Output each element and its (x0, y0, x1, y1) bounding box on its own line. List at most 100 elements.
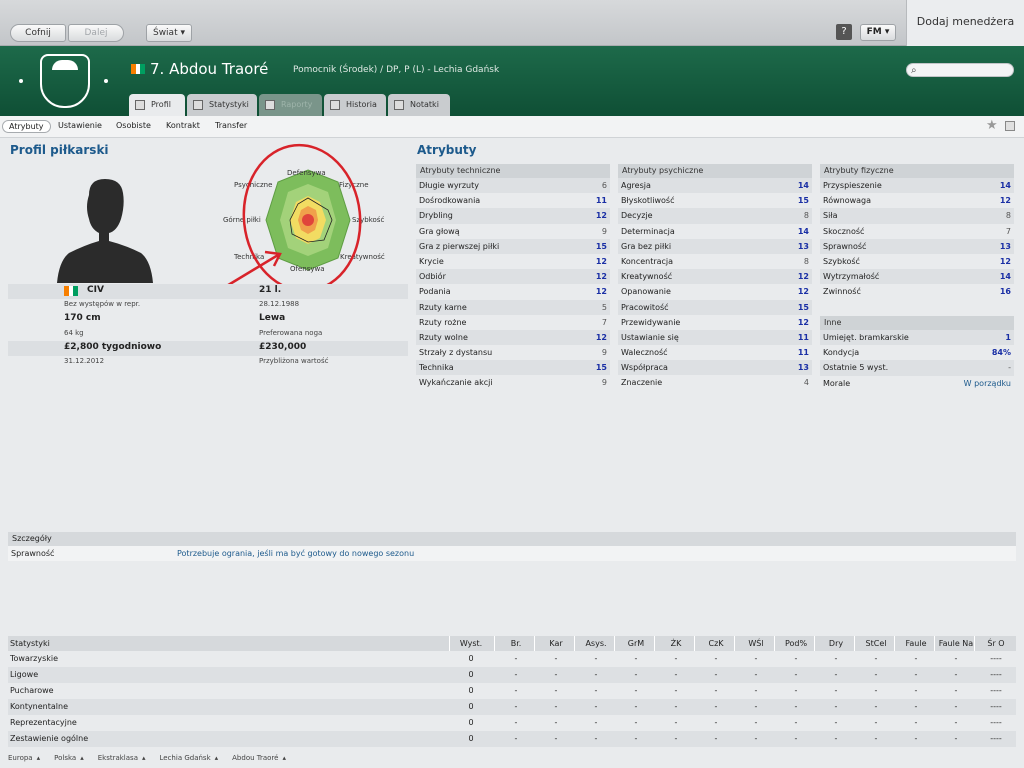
stats-cell: - (874, 718, 878, 727)
stats-cell: - (914, 686, 918, 695)
attribute-name: Gra głową (419, 226, 460, 236)
help-button[interactable]: ? (836, 24, 852, 40)
attribute-row: Współpraca 13 (618, 360, 812, 376)
breadcrumb-item[interactable]: Abdou Traoré ▴ (232, 754, 286, 762)
breadcrumb-item[interactable]: Europa ▴ (8, 754, 40, 762)
attribute-row: Błyskotliwość 15 (618, 193, 812, 208)
attribute-name: Odbiór (419, 272, 446, 282)
attribute-value: 6 (601, 181, 607, 190)
attribute-name: Opanowanie (621, 287, 671, 297)
subnav-attributes[interactable]: Atrybuty (2, 120, 51, 133)
breadcrumb-item[interactable]: Ekstraklasa ▴ (98, 754, 146, 762)
stats-column-header[interactable]: Śr O (976, 636, 1016, 651)
stats-row-label: Ligowe (10, 670, 39, 679)
age: 21 l. (259, 285, 282, 295)
stats-column-header[interactable]: Faule (896, 636, 936, 651)
attribute-value: 14 (797, 226, 809, 236)
stats-column-header[interactable]: WŚl (736, 636, 776, 651)
stats-column-header[interactable]: Pod% (776, 636, 816, 651)
subnav-bar: Atrybuty Ustawienie Osobiste Kontrakt Tr… (0, 116, 1024, 138)
attribute-name: Siła (823, 211, 838, 221)
stats-column-header[interactable]: ŻK (656, 636, 696, 651)
stats-column-header[interactable]: StCel (856, 636, 896, 651)
stats-cell: - (874, 702, 878, 711)
document-icon (265, 100, 275, 110)
stats-cell: - (514, 654, 518, 663)
stats-column-header[interactable]: CzK (696, 636, 736, 651)
attribute-name: Waleczność (621, 348, 668, 358)
stats-cell: - (954, 670, 958, 679)
attribute-name: Współpraca (621, 363, 668, 373)
tab-history[interactable]: Historia (324, 94, 386, 116)
options-icon[interactable] (1005, 121, 1015, 131)
fm-menu-button[interactable]: FM ▾ (860, 24, 896, 41)
stats-cell: - (834, 670, 838, 679)
weight: 64 kg (64, 329, 84, 337)
subnav-transfer[interactable]: Transfer (215, 121, 247, 130)
stats-column-header[interactable]: Br. (496, 636, 536, 651)
subnav-personal[interactable]: Osobiste (116, 121, 151, 130)
world-menu-button[interactable]: Świat ▾ (146, 24, 192, 42)
search-icon: ⌕ (911, 65, 917, 76)
attribute-name: Równowaga (823, 196, 872, 206)
stats-column-header[interactable]: Asys. (576, 636, 616, 651)
star-icon[interactable]: ★ (986, 118, 998, 133)
stats-cell: - (674, 654, 678, 663)
stats-column-header[interactable]: Wyst. (451, 636, 491, 651)
subnav-positions[interactable]: Ustawienie (58, 121, 102, 130)
attribute-value: 14 (999, 181, 1011, 190)
stats-cell: - (514, 734, 518, 743)
column-divider (734, 636, 735, 651)
stats-cell: - (594, 654, 598, 663)
dot-icon (104, 79, 108, 83)
stats-cell: - (954, 734, 958, 743)
add-manager-button[interactable]: Dodaj menedżera (906, 0, 1024, 46)
attribute-name: Pracowitość (621, 302, 669, 312)
attribute-value: 12 (595, 287, 607, 297)
mental-header: Atrybuty psychiczne (618, 164, 812, 178)
breadcrumb-item[interactable]: Polska ▴ (54, 754, 84, 762)
stats-cell: - (914, 734, 918, 743)
attribute-name: Agresja (621, 181, 651, 190)
attribute-name: Drybling (419, 211, 453, 221)
tab-profile[interactable]: Profil (129, 94, 185, 116)
column-divider (894, 636, 895, 651)
stats-cell: ---- (990, 654, 1002, 663)
tab-stats[interactable]: Statystyki (187, 94, 257, 116)
stats-cell: - (754, 702, 758, 711)
attribute-name: Przewidywanie (621, 317, 681, 327)
breadcrumb-item[interactable]: Lechia Gdańsk ▴ (160, 754, 219, 762)
tab-notes[interactable]: Notatki (388, 94, 450, 116)
subnav-contract[interactable]: Kontrakt (166, 121, 200, 130)
attribute-row: Znaczenie 4 (618, 375, 812, 390)
tab-label: Statystyki (209, 100, 249, 109)
stats-cell: - (954, 686, 958, 695)
stats-cell: - (754, 670, 758, 679)
technical-header: Atrybuty techniczne (416, 164, 610, 178)
stats-cell: - (554, 670, 558, 679)
world-label: Świat (152, 28, 178, 38)
tab-reports[interactable]: Raporty (259, 94, 322, 116)
attribute-row: Zwinność 16 (820, 284, 1014, 299)
column-divider (494, 636, 495, 651)
stats-column-header[interactable]: Dry (816, 636, 856, 651)
attribute-value: 9 (601, 378, 607, 388)
back-button[interactable]: Cofnij (10, 24, 66, 42)
stats-column-header[interactable]: Faule Na (936, 636, 976, 651)
attribute-row: Determinacja 14 (618, 224, 812, 239)
stats-column-header[interactable]: Kar (536, 636, 576, 651)
stats-cell: - (714, 670, 718, 679)
attribute-value: 1 (1005, 333, 1011, 342)
stats-column-header[interactable]: GrM (616, 636, 656, 651)
forward-button[interactable]: Dalej (68, 24, 124, 42)
search-input[interactable]: ⌕ (906, 63, 1014, 77)
attribute-value: 11 (797, 348, 809, 358)
stats-cell: - (834, 686, 838, 695)
stats-cell: - (674, 686, 678, 695)
attribute-value: 7 (601, 317, 607, 327)
notepad-icon (394, 100, 404, 110)
fm-label: FM (866, 27, 882, 37)
stats-cell: - (834, 702, 838, 711)
attribute-value: 8 (1005, 211, 1011, 221)
date-of-birth: 28.12.1988 (259, 300, 300, 308)
